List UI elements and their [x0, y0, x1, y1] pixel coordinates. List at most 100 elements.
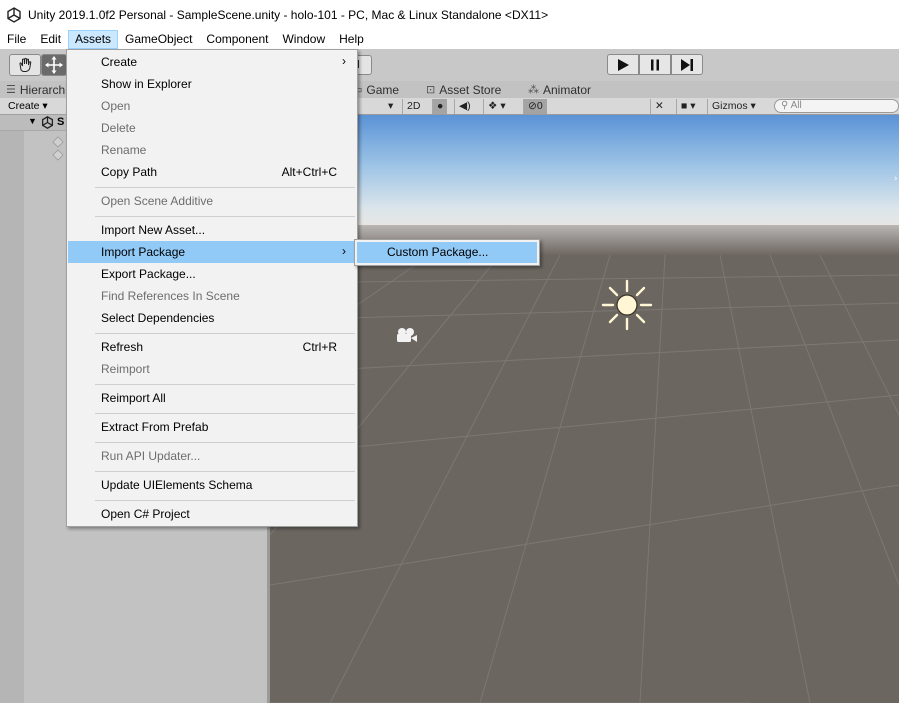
menu-bar: File Edit Assets GameObject Component Wi…	[0, 30, 899, 49]
effects-toggle-icon[interactable]: ❖ ▾	[483, 99, 510, 114]
menu-gameobject[interactable]: GameObject	[118, 30, 199, 49]
menu-item-shortcut: Alt+Ctrl+C	[281, 165, 337, 179]
menu-item-refresh[interactable]: Refresh Ctrl+R	[68, 336, 356, 358]
menu-item-import-package[interactable]: Import Package ›	[68, 241, 356, 263]
menu-item-find-references[interactable]: Find References In Scene	[68, 285, 356, 307]
gameobject-icon	[52, 149, 64, 161]
svg-text:›: ›	[894, 174, 898, 184]
scene-name: S	[57, 116, 65, 128]
menu-item-create[interactable]: Create ›	[68, 51, 356, 73]
audio-toggle-icon[interactable]: ◀)	[454, 99, 475, 114]
hierarchy-create-button[interactable]: Create ▾	[4, 99, 52, 113]
menu-item-reimport-all[interactable]: Reimport All	[68, 387, 356, 409]
menu-item-label: Extract From Prefab	[101, 420, 209, 434]
menu-component[interactable]: Component	[199, 30, 275, 49]
play-button[interactable]	[607, 54, 639, 75]
menu-item-run-api-updater[interactable]: Run API Updater...	[68, 445, 356, 467]
expand-arrow-icon[interactable]: ▼	[28, 116, 37, 126]
pause-icon	[651, 59, 659, 70]
hand-icon	[19, 57, 32, 72]
move-tool-button[interactable]	[41, 54, 67, 76]
unity-scene-icon	[41, 116, 54, 129]
menu-item-shortcut: Ctrl+R	[302, 340, 337, 354]
menu-item-open[interactable]: Open	[68, 95, 356, 117]
menu-separator	[95, 500, 355, 501]
menu-item-rename[interactable]: Rename	[68, 139, 356, 161]
animator-icon: ⁂	[528, 84, 539, 96]
menu-item-open-scene-additive[interactable]: Open Scene Additive	[68, 190, 356, 212]
step-icon	[681, 58, 693, 71]
menu-file[interactable]: File	[0, 30, 33, 49]
tab-game-label: Game	[366, 83, 400, 97]
menu-item-label: Find References In Scene	[101, 289, 240, 303]
title-bar: Unity 2019.1.0f2 Personal - SampleScene.…	[0, 0, 899, 30]
menu-edit[interactable]: Edit	[33, 30, 68, 49]
move-arrows-icon	[45, 56, 63, 74]
menu-window[interactable]: Window	[275, 30, 332, 49]
camera-settings-icon[interactable]: ■ ▾	[676, 99, 700, 114]
toggle-2d-button[interactable]: 2D	[402, 99, 424, 114]
menu-item-show-in-explorer[interactable]: Show in Explorer	[68, 73, 356, 95]
lighting-toggle-icon[interactable]: ●	[432, 99, 448, 114]
menu-item-label: Import New Asset...	[101, 223, 206, 237]
menu-item-label: Select Dependencies	[101, 311, 215, 325]
menu-item-copy-path[interactable]: Copy Path Alt+Ctrl+C	[68, 161, 356, 183]
menu-item-label: Open Scene Additive	[101, 194, 214, 208]
scene-visibility-button[interactable]: ⊘0	[523, 99, 547, 114]
menu-item-label: Rename	[101, 143, 147, 157]
menu-item-open-csharp-project[interactable]: Open C# Project	[68, 503, 356, 525]
menu-item-export-package[interactable]: Export Package...	[68, 263, 356, 285]
tab-asset-store-label: Asset Store	[439, 83, 502, 97]
menu-item-reimport[interactable]: Reimport	[68, 358, 356, 380]
hidden-count: 0	[536, 100, 543, 112]
tab-animator-label: Animator	[543, 83, 592, 97]
menu-separator	[95, 333, 355, 334]
menu-item-delete[interactable]: Delete	[68, 117, 356, 139]
scene-grid: ›	[270, 115, 899, 703]
tab-game[interactable]: ▭ Game	[352, 82, 399, 98]
menu-item-label: Reimport All	[101, 391, 166, 405]
search-placeholder: All	[790, 100, 802, 111]
play-icon	[618, 58, 629, 71]
tab-hierarchy-label: Hierarch	[19, 83, 66, 97]
tab-hierarchy[interactable]: ☰ Hierarch	[6, 82, 65, 98]
search-icon: ⚲	[781, 100, 789, 111]
shading-dropdown-arrow-icon[interactable]: ▾	[384, 99, 397, 114]
play-controls	[607, 54, 703, 75]
menu-separator	[95, 413, 355, 414]
gizmos-dropdown[interactable]: Gizmos ▾	[707, 99, 760, 114]
menu-item-label: Update UIElements Schema	[101, 478, 253, 492]
menu-item-label: Show in Explorer	[101, 77, 192, 91]
menu-item-label: Open C# Project	[101, 507, 190, 521]
gizmos-label: Gizmos	[712, 100, 748, 112]
menu-item-custom-package[interactable]: Custom Package...	[357, 242, 537, 263]
menu-item-label: Open	[101, 99, 131, 113]
menu-item-label: Run API Updater...	[101, 449, 201, 463]
tools-icon[interactable]: ✕	[650, 99, 668, 114]
menu-separator	[95, 442, 355, 443]
menu-separator	[95, 187, 355, 188]
menu-item-update-uielements-schema[interactable]: Update UIElements Schema	[68, 474, 356, 496]
directional-light-icon[interactable]	[601, 279, 653, 331]
menu-item-label: Export Package...	[101, 267, 196, 281]
menu-help[interactable]: Help	[332, 30, 371, 49]
scene-canvas[interactable]: ›	[270, 115, 899, 703]
menu-item-import-new-asset[interactable]: Import New Asset...	[68, 219, 356, 241]
window-title: Unity 2019.1.0f2 Personal - SampleScene.…	[28, 8, 549, 22]
menu-item-extract-from-prefab[interactable]: Extract From Prefab	[68, 416, 356, 438]
menu-assets[interactable]: Assets	[68, 30, 119, 49]
submenu-arrow-icon: ›	[342, 244, 346, 258]
hand-tool-button[interactable]	[9, 54, 41, 76]
scene-search-input[interactable]: ⚲ All	[774, 99, 899, 113]
menu-item-label: Copy Path	[101, 165, 158, 179]
shopping-bag-icon: ⊡	[426, 84, 436, 96]
gameobject-icon	[52, 136, 64, 148]
menu-item-select-dependencies[interactable]: Select Dependencies	[68, 307, 356, 329]
tab-animator[interactable]: ⁂ Animator	[528, 82, 591, 98]
step-button[interactable]	[671, 54, 703, 75]
menu-item-label: Refresh	[101, 340, 144, 354]
tab-asset-store[interactable]: ⊡ Asset Store	[426, 82, 501, 98]
menu-separator	[95, 384, 355, 385]
list-icon: ☰	[6, 84, 16, 96]
pause-button[interactable]	[639, 54, 671, 75]
